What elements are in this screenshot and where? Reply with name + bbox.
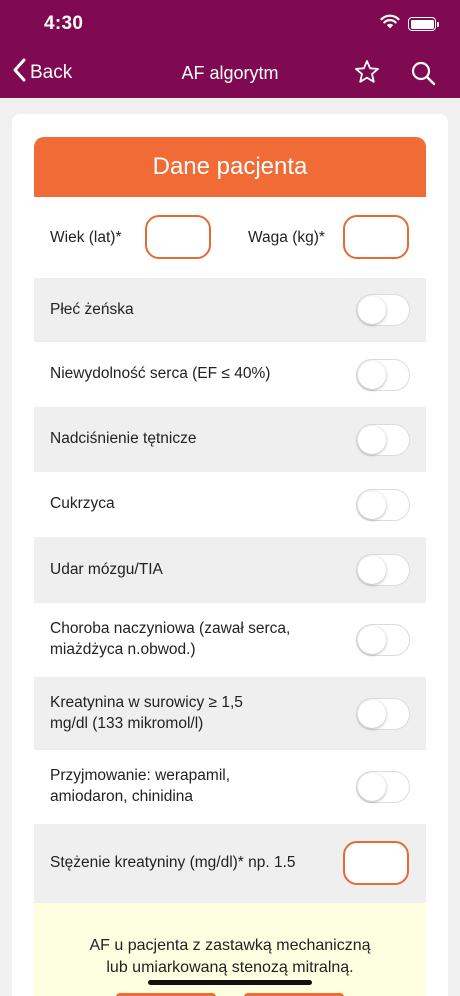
heart-failure-toggle[interactable] — [356, 358, 410, 391]
status-time: 4:30 — [44, 13, 84, 34]
creatinine-level-label: Stężenie kreatyniny (mg/dl)* np. 1.5 — [50, 854, 296, 872]
favorite-star-icon[interactable] — [354, 59, 380, 90]
chevron-left-icon — [12, 58, 26, 87]
question-line-2: lub umiarkowaną stenozą mitralną. — [106, 959, 354, 977]
toggle-label: Kreatynina w surowicy ≥ 1,5 mg/dl (133 m… — [50, 693, 243, 732]
toggle-label: Niewydolność serca (EF ≤ 40%) — [50, 365, 271, 383]
search-icon[interactable] — [410, 60, 436, 91]
wifi-icon — [380, 14, 400, 34]
toggle-row-hypertension: Nadciśnienie tętnicze — [34, 407, 426, 472]
toggle-label: Płeć żeńska — [50, 300, 134, 318]
section-header: Dane pacjenta — [34, 137, 426, 197]
toggle-row-creatinine: Kreatynina w surowicy ≥ 1,5 mg/dl (133 m… — [34, 677, 426, 750]
toggle-row-stroke: Udar mózgu/TIA — [34, 537, 426, 603]
female-toggle[interactable] — [356, 294, 410, 326]
toggle-row-heart-failure: Niewydolność serca (EF ≤ 40%) — [34, 342, 426, 407]
hypertension-toggle[interactable] — [356, 423, 410, 456]
toggle-label: Udar mózgu/TIA — [50, 560, 163, 578]
toggle-row-diabetes: Cukrzyca — [34, 472, 426, 537]
back-button[interactable]: Back — [12, 58, 72, 87]
toggle-row-medication: Przyjmowanie: werapamil, amiodaron, chin… — [34, 750, 426, 824]
toggle-label: Przyjmowanie: werapamil, amiodaron, chin… — [50, 767, 231, 805]
age-label: Wiek (lat)* — [50, 228, 122, 246]
toggle-label: Choroba naczyniowa (zawał serca, miażdży… — [50, 620, 291, 658]
app-header: 4:30 Back AF algorytm — [0, 0, 460, 98]
status-icons — [380, 14, 439, 34]
home-indicator — [148, 980, 312, 985]
toggle-label: Nadciśnienie tętnicze — [50, 430, 197, 448]
toggle-row-vascular: Choroba naczyniowa (zawał serca, miażdży… — [34, 603, 426, 677]
battery-icon — [408, 17, 439, 31]
medication-toggle[interactable] — [356, 771, 410, 803]
age-input[interactable] — [145, 215, 211, 259]
creatinine-level-input[interactable] — [343, 841, 409, 885]
weight-label: Waga (kg)* — [248, 228, 325, 246]
toggle-label: Cukrzyca — [50, 495, 115, 513]
question-line-1: AF u pacjenta z zastawką mechaniczną — [89, 937, 371, 954]
back-label: Back — [30, 61, 73, 83]
diabetes-toggle[interactable] — [356, 488, 410, 521]
weight-input[interactable] — [343, 215, 409, 259]
vascular-disease-toggle[interactable] — [356, 624, 410, 656]
stroke-toggle[interactable] — [356, 554, 410, 586]
toggle-row-female: Płeć żeńska — [34, 278, 426, 342]
creatinine-toggle[interactable] — [356, 697, 410, 730]
